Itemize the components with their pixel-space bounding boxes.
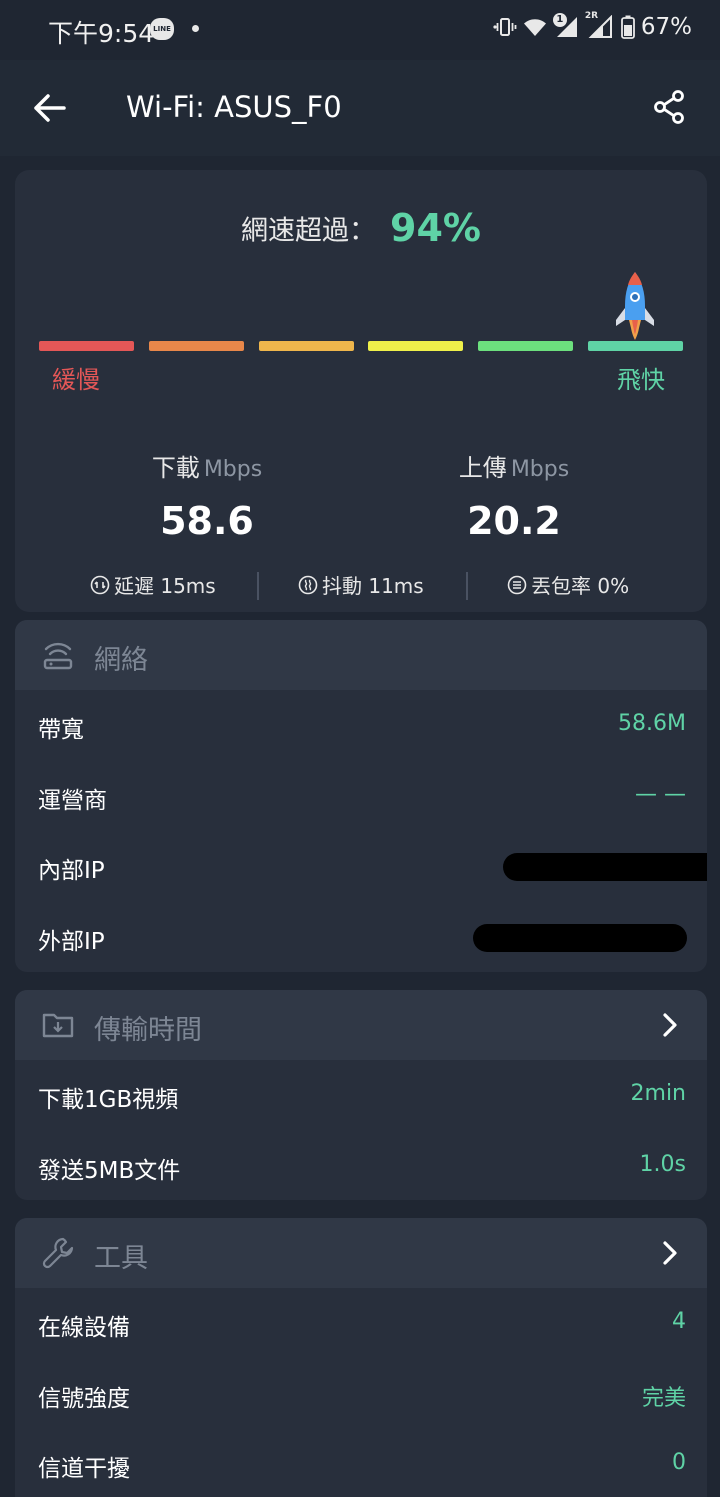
download-unit: Mbps [203, 457, 263, 482]
speed-result-card: 網速超過： 94% 緩慢 飛快 下載 Mbps 58.6 上傳 Mbps 20.2 [15, 170, 707, 612]
carrier-label: 運營商 [38, 787, 107, 814]
back-arrow-icon[interactable] [30, 88, 70, 128]
percentile-value: 94% [390, 206, 481, 250]
network-card-header: 網絡 [15, 620, 707, 690]
wrench-icon [42, 1237, 74, 1269]
status-time: 下午9:54 [48, 19, 155, 48]
upload-value: 20.2 [467, 499, 561, 543]
tools-card-title: 工具 [94, 1243, 148, 1274]
router-icon [43, 642, 73, 670]
speed-test-result-screen: 下午9:54 LINE 1 2R 67% Wi-Fi: ASUS_F0 網速超過… [0, 0, 720, 1497]
signal-strength-label: 信號強度 [38, 1385, 130, 1412]
upload-metric: 上傳 Mbps 20.2 [399, 448, 629, 543]
upload-unit: Mbps [510, 457, 570, 482]
percentile-label: 網速超過： [241, 215, 377, 247]
online-devices-row[interactable]: 在線設備 4 [15, 1288, 707, 1359]
transfer-time-card-title: 傳輸時間 [94, 1015, 202, 1046]
speed-scale-bar-2 [148, 341, 244, 351]
speed-scale-bars [39, 341, 683, 351]
jitter-stat: 抖動 11ms [298, 570, 424, 599]
carrier-row: 運營商 — — [15, 761, 707, 832]
send-file-label: 發送5MB文件 [38, 1157, 181, 1184]
latency-stat: 延遲 15ms [90, 570, 216, 599]
bandwidth-label: 帶寬 [38, 717, 84, 743]
download-label: 下載 [151, 454, 200, 482]
send-file-row: 發送5MB文件 1.0s [15, 1131, 707, 1201]
bandwidth-row: 帶寬 58.6M [15, 690, 707, 761]
speed-scale-bar-5 [478, 341, 574, 351]
bandwidth-value: 58.6M [618, 711, 686, 736]
channel-interference-row[interactable]: 信道干擾 0 [15, 1429, 707, 1497]
sim1-signal-icon: 1 [552, 13, 581, 39]
tools-card-header[interactable]: 工具 [15, 1218, 707, 1288]
transfer-time-card[interactable]: 傳輸時間 下載1GB視頻 2min 發送5MB文件 1.0s [15, 990, 707, 1200]
speed-scale-bar-1 [39, 341, 134, 351]
network-card-title: 網絡 [94, 645, 148, 676]
carrier-value: — — [635, 781, 686, 807]
stat-divider [257, 572, 259, 600]
download-folder-icon [42, 1013, 74, 1038]
download-metric: 下載 Mbps 58.6 [92, 448, 322, 543]
speed-scale-bar-4 [368, 341, 464, 351]
line-notification-icon: LINE [150, 18, 174, 40]
quality-stats: 延遲 15ms 抖動 11ms 丟包率 0% [15, 570, 707, 602]
latency-text: 延遲 15ms [114, 574, 216, 598]
external-ip-row: 外部IP [15, 902, 707, 973]
speed-scale-bar-6 [587, 341, 683, 351]
latency-icon [90, 575, 110, 594]
rocket-icon [616, 272, 654, 340]
channel-interference-value: 0 [672, 1450, 686, 1475]
download-video-row: 下載1GB視頻 2min [15, 1060, 707, 1131]
network-card: 網絡 帶寬 58.6M 運營商 — — 內部IP 外部IP [15, 620, 707, 972]
chevron-right-icon[interactable] [655, 1238, 685, 1268]
channel-interference-label: 信道干擾 [38, 1456, 130, 1482]
internal-ip-redaction [503, 853, 707, 881]
internal-ip-label: 內部IP [38, 858, 105, 884]
battery-percent: 67% [640, 14, 692, 40]
tools-card[interactable]: 工具 在線設備 4 信號強度 完美 信道干擾 0 [15, 1218, 707, 1497]
online-devices-label: 在線設備 [38, 1315, 130, 1341]
download-value: 58.6 [160, 499, 254, 543]
status-bar: 下午9:54 LINE 1 2R 67% [0, 0, 720, 60]
send-file-value: 1.0s [639, 1151, 686, 1177]
fast-label: 飛快 [617, 366, 665, 394]
upload-label: 上傳 [458, 454, 507, 482]
chevron-right-icon[interactable] [655, 1010, 685, 1040]
packet-loss-text: 丟包率 0% [531, 574, 630, 598]
transfer-time-card-header[interactable]: 傳輸時間 [15, 990, 707, 1060]
status-icons: 1 2R 67% [493, 11, 692, 40]
page-title: Wi-Fi: ASUS_F0 [126, 90, 342, 124]
jitter-text: 抖動 11ms [322, 574, 424, 598]
stat-divider [466, 572, 468, 600]
battery-icon [620, 15, 635, 39]
sim2-signal-icon: 2R [585, 11, 615, 39]
download-video-value: 2min [630, 1081, 686, 1106]
speed-scale-bar-3 [258, 341, 354, 351]
slow-label: 緩慢 [52, 366, 100, 394]
jitter-icon [298, 575, 318, 594]
external-ip-redaction [473, 923, 687, 952]
signal-strength-row[interactable]: 信號強度 完美 [15, 1359, 707, 1430]
percentile-headline: 網速超過： 94% [15, 206, 707, 250]
packet-loss-stat: 丟包率 0% [507, 570, 629, 599]
more-notifications-dot-icon [192, 25, 199, 32]
signal-strength-value: 完美 [641, 1385, 686, 1411]
external-ip-label: 外部IP [38, 928, 105, 955]
top-app-bar: Wi-Fi: ASUS_F0 [0, 60, 720, 156]
online-devices-value: 4 [672, 1309, 686, 1334]
vibrate-icon [493, 18, 517, 36]
download-video-label: 下載1GB視頻 [38, 1087, 179, 1113]
wifi-icon [523, 19, 546, 36]
packet-loss-icon [507, 575, 527, 594]
internal-ip-row: 內部IP [15, 831, 707, 902]
share-icon[interactable] [652, 89, 688, 125]
